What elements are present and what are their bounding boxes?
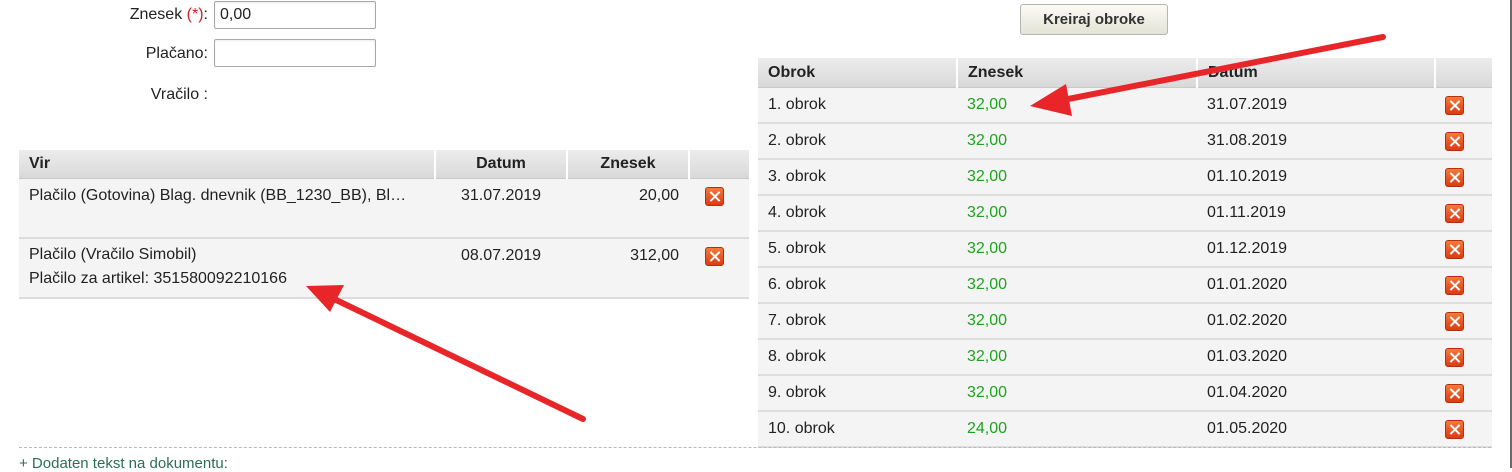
delete-x-icon[interactable]: [1445, 275, 1464, 295]
delete-x-icon[interactable]: [1445, 203, 1464, 223]
installment-actions: [1435, 411, 1492, 448]
payment-date: 31.07.2019: [435, 178, 567, 239]
installment-label: 2. obrok: [758, 123, 957, 160]
installment-amount: 32,00: [957, 339, 1197, 376]
installment-label: 5. obrok: [758, 231, 957, 268]
section-divider: [19, 447, 1491, 448]
create-installments-button[interactable]: Kreiraj obroke: [1020, 4, 1168, 35]
delete-x-icon[interactable]: [1445, 95, 1464, 115]
installment-amount: 32,00: [957, 87, 1197, 124]
delete-x-icon[interactable]: [1445, 383, 1464, 403]
payment-amount: 312,00: [567, 238, 689, 299]
installment-label: 3. obrok: [758, 159, 957, 196]
table-row: Plačilo (Vračilo Simobil) Plačilo za art…: [19, 238, 749, 299]
column-header-source[interactable]: Vir: [19, 150, 436, 179]
payment-source-cell: Plačilo (Gotovina) Blag. dnevnik (BB_123…: [19, 178, 435, 239]
payment-date: 08.07.2019: [435, 238, 567, 299]
payment-source: Plačilo (Gotovina) Blag. dnevnik (BB_123…: [29, 187, 407, 204]
installment-actions: [1435, 87, 1492, 124]
installment-actions: [1435, 195, 1492, 232]
delete-x-icon[interactable]: [1445, 419, 1464, 439]
payments-table: Vir Datum Znesek Plačilo (Gotovina) Blag…: [19, 150, 749, 299]
installment-amount: 24,00: [957, 411, 1197, 448]
column-header-date[interactable]: Datum: [1197, 58, 1436, 88]
paid-label: Plačano:: [145, 45, 208, 62]
required-marker: (*): [186, 6, 204, 23]
installment-label: 8. obrok: [758, 339, 957, 376]
installment-label: 9. obrok: [758, 375, 957, 412]
delete-x-icon[interactable]: [705, 247, 724, 266]
delete-x-icon[interactable]: [1445, 311, 1464, 331]
amount-label: Znesek (*):: [0, 6, 208, 24]
installment-date: 01.05.2020: [1197, 411, 1435, 448]
installment-date: 01.11.2019: [1197, 195, 1435, 232]
payment-source-cell: Plačilo (Vračilo Simobil) Plačilo za art…: [19, 238, 435, 299]
paid-input[interactable]: [214, 39, 376, 67]
installment-amount: 32,00: [957, 267, 1197, 304]
installment-actions: [1435, 267, 1492, 304]
installment-amount: 32,00: [957, 159, 1197, 196]
table-row: 6. obrok 32,00 01.01.2020: [758, 267, 1492, 304]
installment-label: 7. obrok: [758, 303, 957, 340]
delete-x-icon[interactable]: [1445, 131, 1464, 151]
amount-input[interactable]: [214, 1, 376, 29]
table-row: 5. obrok 32,00 01.12.2019: [758, 231, 1492, 268]
installment-label: 10. obrok: [758, 411, 957, 448]
installment-actions: [1435, 375, 1492, 412]
installment-date: 01.12.2019: [1197, 231, 1435, 268]
amount-label-colon: :: [203, 6, 208, 23]
installment-actions: [1435, 303, 1492, 340]
delete-x-icon[interactable]: [705, 187, 724, 206]
installment-actions: [1435, 123, 1492, 160]
installments-table: Obrok Znesek Datum 1. obrok 32,00 31.07.20…: [758, 58, 1492, 448]
column-header-date[interactable]: Datum: [435, 150, 568, 179]
payment-actions: [689, 238, 749, 299]
table-row: 3. obrok 32,00 01.10.2019: [758, 159, 1492, 196]
installment-date: 01.10.2019: [1197, 159, 1435, 196]
table-row: 9. obrok 32,00 01.04.2020: [758, 375, 1492, 412]
installment-actions: [1435, 339, 1492, 376]
installment-date: 01.04.2020: [1197, 375, 1435, 412]
additional-text-link[interactable]: + Dodaten tekst na dokumentu:: [19, 455, 228, 472]
change-label: Vračilo :: [150, 86, 208, 103]
installment-label: 6. obrok: [758, 267, 957, 304]
column-header-amount[interactable]: Znesek: [957, 58, 1198, 88]
table-row: 1. obrok 32,00 31.07.2019: [758, 87, 1492, 124]
installment-date: 31.08.2019: [1197, 123, 1435, 160]
installment-label: 1. obrok: [758, 87, 957, 124]
table-row: Plačilo (Gotovina) Blag. dnevnik (BB_123…: [19, 178, 749, 239]
table-row: 7. obrok 32,00 01.02.2020: [758, 303, 1492, 340]
red-arrow-bottom: [306, 285, 586, 422]
table-row: 2. obrok 32,00 31.08.2019: [758, 123, 1492, 160]
column-header-installment[interactable]: Obrok: [758, 58, 958, 88]
table-row: 4. obrok 32,00 01.11.2019: [758, 195, 1492, 232]
installment-amount: 32,00: [957, 195, 1197, 232]
installment-amount: 32,00: [957, 231, 1197, 268]
installment-actions: [1435, 159, 1492, 196]
payment-source-detail: Plačilo za artikel: 351580092210166: [29, 270, 287, 287]
delete-x-icon[interactable]: [1445, 167, 1464, 187]
payment-amount: 20,00: [567, 178, 689, 239]
column-header-actions: [689, 150, 749, 179]
column-header-amount[interactable]: Znesek: [567, 150, 690, 179]
payment-actions: [689, 178, 749, 239]
delete-x-icon[interactable]: [1445, 347, 1464, 367]
installment-date: 01.01.2020: [1197, 267, 1435, 304]
installment-date: 31.07.2019: [1197, 87, 1435, 124]
installment-amount: 32,00: [957, 375, 1197, 412]
installment-amount: 32,00: [957, 123, 1197, 160]
amount-label-text: Znesek: [129, 6, 183, 23]
installment-label: 4. obrok: [758, 195, 957, 232]
installment-actions: [1435, 231, 1492, 268]
installment-date: 01.02.2020: [1197, 303, 1435, 340]
installment-amount: 32,00: [957, 303, 1197, 340]
delete-x-icon[interactable]: [1445, 239, 1464, 259]
payment-source: Plačilo (Vračilo Simobil): [29, 246, 197, 263]
installment-date: 01.03.2020: [1197, 339, 1435, 376]
table-row: 10. obrok 24,00 01.05.2020: [758, 411, 1492, 448]
column-header-actions: [1435, 58, 1492, 88]
table-row: 8. obrok 32,00 01.03.2020: [758, 339, 1492, 376]
